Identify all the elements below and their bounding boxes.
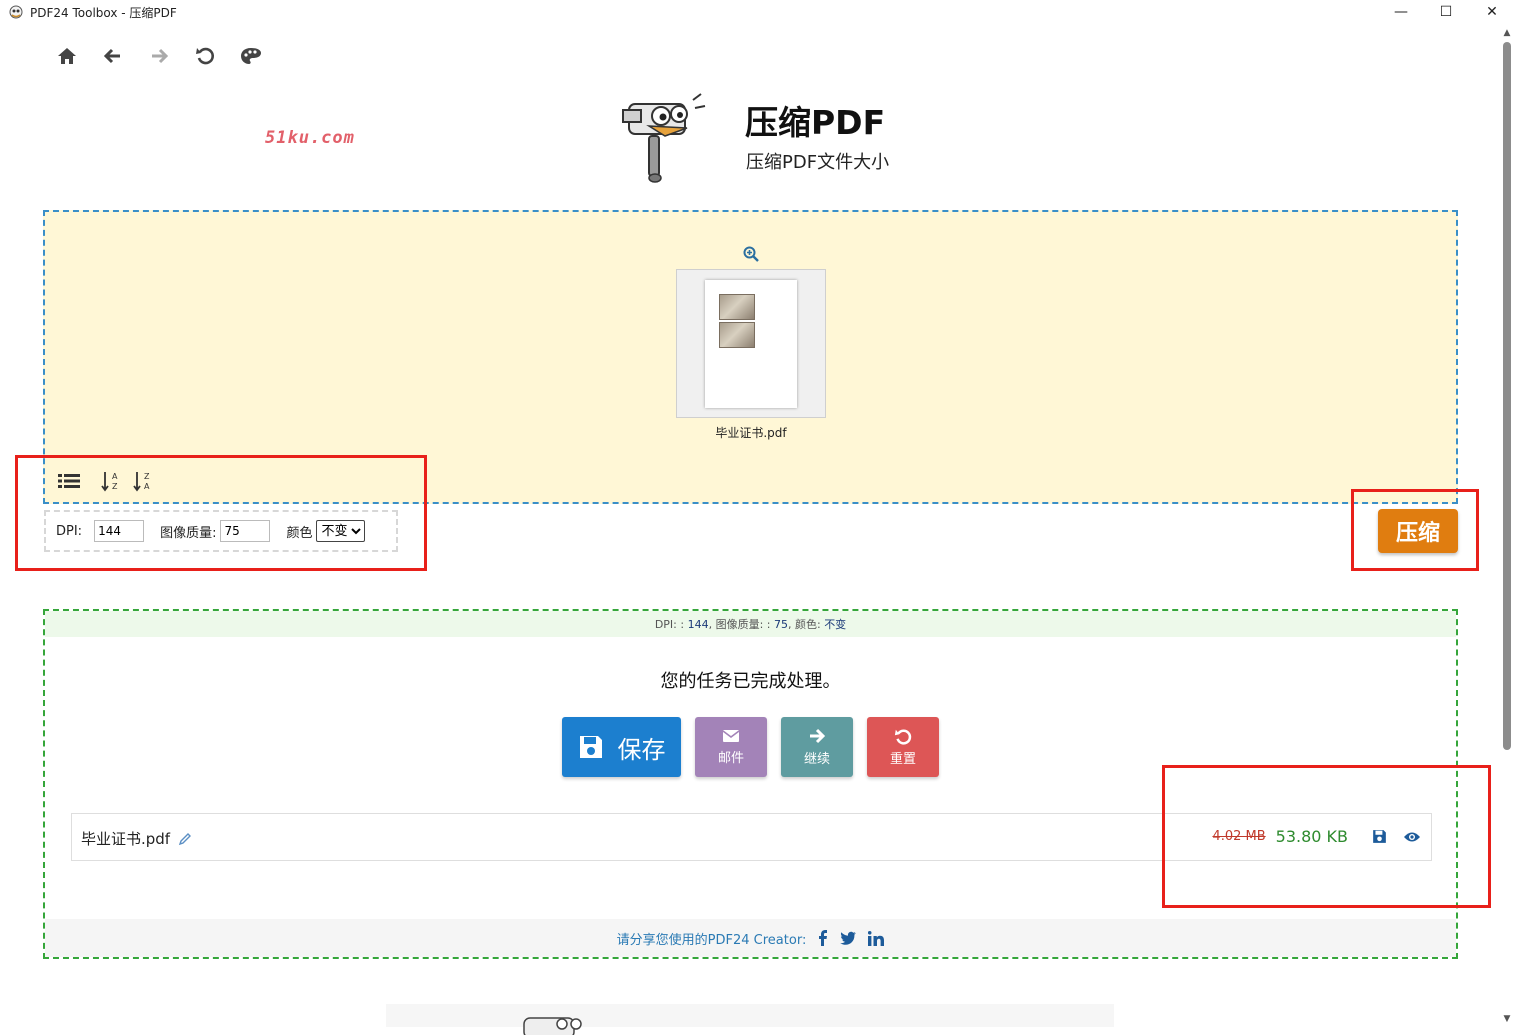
linkedin-icon[interactable] [868, 930, 885, 946]
continue-button[interactable]: 继续 [781, 717, 853, 777]
arrow-right-icon [810, 728, 826, 743]
reset-label: 重置 [889, 751, 916, 767]
palette-icon [241, 48, 261, 64]
settings-dpi-value: 144 [687, 617, 709, 631]
result-file-name-group: 毕业证书.pdf [81, 828, 192, 849]
forward-arrow-icon [152, 48, 168, 64]
footer-mascot-icon [523, 1017, 582, 1035]
settings-color-label: , 颜色: [787, 618, 821, 631]
reload-button[interactable] [182, 42, 228, 70]
settings-dpi-label: DPI: : [654, 617, 685, 631]
done-message: 您的任务已完成处理。 [660, 671, 841, 692]
save-label: 保存 [617, 735, 666, 764]
file-thumbnail[interactable] [676, 269, 826, 418]
home-button[interactable] [44, 42, 90, 70]
mail-button[interactable]: 邮件 [695, 717, 767, 777]
envelope-icon [722, 729, 740, 742]
page-title: 压缩PDF [745, 103, 886, 142]
settings-color-value: 不变 [824, 618, 847, 631]
facebook-icon[interactable] [818, 930, 828, 946]
applied-settings-bar: DPI: : 144, 图像质量: : 75, 颜色: 不变 [45, 611, 1456, 637]
window-titlebar: PDF24 Toolbox - 压缩PDF — ☐ ✕ [0, 0, 1514, 24]
page-subtitle: 压缩PDF文件大小 [746, 152, 890, 173]
save-button[interactable]: 保存 [562, 717, 681, 777]
share-bar: 请分享您使用的PDF24 Creator: [45, 919, 1456, 957]
thumbnail-file-name: 毕业证书.pdf [715, 426, 787, 440]
nav-toolbar [44, 42, 274, 70]
undo-icon [894, 728, 912, 745]
window-title: PDF24 Toolbox - 压缩PDF [30, 5, 177, 20]
mail-label: 邮件 [717, 750, 744, 766]
back-button[interactable] [90, 42, 136, 70]
share-text: 请分享您使用的PDF24 Creator: [616, 932, 807, 948]
vertical-scrollbar[interactable]: ▲ ▼ [1500, 26, 1514, 1027]
thumbnail-image-bottom [719, 322, 755, 348]
scroll-up-icon[interactable]: ▲ [1502, 28, 1512, 38]
highlight-compress-box [1351, 489, 1479, 571]
forward-button[interactable] [136, 42, 182, 70]
footer-preview-area [386, 1004, 1114, 1035]
highlight-options-box [15, 455, 427, 571]
tool-header: 压缩PDF 压缩PDF文件大小 [615, 86, 1035, 186]
theme-button[interactable] [228, 42, 274, 70]
close-button[interactable]: ✕ [1469, 0, 1514, 24]
pdf24-app-icon [9, 5, 23, 19]
zoom-in-icon[interactable] [743, 246, 759, 262]
scroll-down-icon[interactable]: ▼ [1502, 1014, 1512, 1024]
reload-icon [196, 47, 214, 65]
result-file-name: 毕业证书.pdf [81, 830, 171, 848]
maximize-button[interactable]: ☐ [1423, 0, 1469, 24]
minimize-button[interactable]: — [1378, 0, 1424, 24]
compress-tool-logo [622, 93, 706, 183]
settings-quality-label: , 图像质量: : [708, 618, 771, 631]
highlight-size-box [1162, 765, 1491, 908]
scrollbar-thumb[interactable] [1503, 42, 1511, 750]
result-actions: 保存 邮件 继续 重置 [562, 717, 939, 777]
pdf-page-preview [705, 280, 797, 408]
thumbnail-image-top [719, 294, 755, 320]
watermark-text: 51ku.com [265, 128, 355, 148]
twitter-icon[interactable] [840, 931, 857, 945]
continue-label: 继续 [803, 751, 830, 767]
settings-quality-value: 75 [773, 617, 788, 631]
reset-button[interactable]: 重置 [867, 717, 939, 777]
floppy-disk-icon [579, 736, 602, 758]
pencil-icon[interactable] [178, 832, 192, 846]
home-icon [58, 48, 76, 64]
back-arrow-icon [104, 48, 120, 64]
